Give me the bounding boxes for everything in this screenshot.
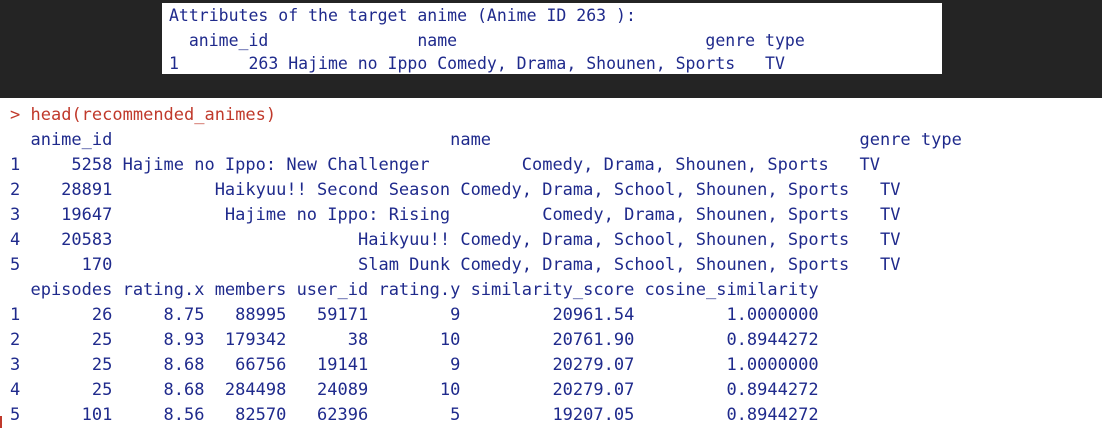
table1-row: 3 19647 Hajime no Ippo: Rising Comedy, D… [10,205,901,225]
table1-header: anime_id name genre type [10,130,962,150]
r-console-output[interactable]: > head(recommended_animes) anime_id name… [0,98,1102,428]
table1-row: 1 5258 Hajime no Ippo: New Challenger Co… [10,155,880,175]
table1-row: 2 28891 Haikyuu!! Second Season Comedy, … [10,180,901,200]
target-table-header: anime_id name genre type [169,31,805,50]
table1-row: 4 20583 Haikyuu!! Comedy, Drama, School,… [10,230,901,250]
table2-row: 4 25 8.68 284498 24089 10 20279.07 0.894… [10,380,819,400]
table1-row: 5 170 Slam Dunk Comedy, Drama, School, S… [10,255,901,275]
target-attributes-panel: Attributes of the target anime (Anime ID… [162,3,942,74]
table2-row: 2 25 8.93 179342 38 10 20761.90 0.894427… [10,330,819,350]
table2-header: episodes rating.x members user_id rating… [10,280,819,300]
console-command-line: > head(recommended_animes) [10,103,276,128]
console-command: head(recommended_animes) [30,105,277,125]
table2-row: 5 101 8.56 82570 62396 5 19207.05 0.8944… [10,405,819,425]
table2-row: 1 26 8.75 88995 59171 9 20961.54 1.00000… [10,305,819,325]
console-prompt: > [10,105,21,125]
target-table-row: 1 263 Hajime no Ippo Comedy, Drama, Shou… [169,54,785,73]
table2-row: 3 25 8.68 66756 19141 9 20279.07 1.00000… [10,355,819,375]
target-title: Attributes of the target anime (Anime ID… [169,6,636,25]
console-input-caret[interactable] [0,416,10,428]
